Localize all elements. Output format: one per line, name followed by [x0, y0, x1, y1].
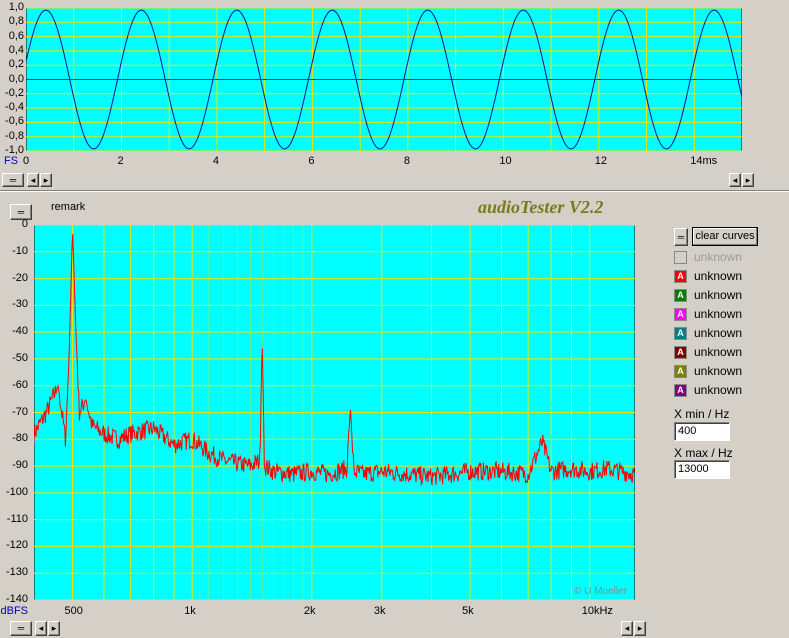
waveform-y-tick-label: 0,2 — [8, 58, 24, 71]
spectrum-y-tick-label: -70 — [12, 405, 28, 418]
spectrum-y-tick-label: -130 — [5, 566, 28, 579]
curve-color-icon[interactable]: A — [674, 269, 687, 283]
spectrum-y-tick-label: -30 — [12, 298, 28, 311]
waveform-pan-left-button[interactable]: ◂ — [729, 173, 741, 187]
legend-item[interactable]: Aunknown — [674, 306, 742, 322]
app-title: audioTester V2.2 — [478, 197, 604, 217]
waveform-x-tick-label: 12 — [594, 155, 608, 167]
waveform-x-tick-label: 10 — [499, 155, 512, 167]
waveform-panel: 1,0 0,8 0,6 0,4 0,2 0,0 -0,2 -0,4 -0,6 -0,8 -1,0 F… — [0, 0, 789, 190]
curve-color-icon[interactable]: A — [674, 364, 687, 378]
spectrum-x-tick-label: 2k — [303, 605, 316, 617]
spectrum-plot — [34, 225, 635, 600]
spectrum-x-tick-label: 10kHz — [581, 605, 613, 617]
waveform-y-unit: FS — [3, 155, 18, 167]
copyright-text: © U Mueller — [574, 586, 627, 597]
waveform-y-tick-label: -0,2 — [5, 86, 24, 99]
spectrum-pan-right-button[interactable]: ▸ — [634, 621, 646, 636]
clear-curves-button[interactable]: clear curves — [692, 227, 758, 246]
legend-item[interactable]: Aunknown — [674, 344, 742, 360]
waveform-y-tick-label: -0,8 — [5, 129, 24, 142]
curve-color-icon[interactable]: A — [674, 326, 687, 340]
spectrum-pan-left-button[interactable]: ◂ — [621, 621, 633, 636]
waveform-x-tick-label: 4 — [212, 155, 220, 167]
legend-item-label: unknown — [694, 326, 743, 340]
spectrum-scroll-left-button[interactable]: ◂ — [35, 621, 47, 636]
waveform-plot — [26, 8, 742, 151]
spectrum-y-tick-label: -90 — [12, 459, 28, 472]
spectrum-scroll-right-button[interactable]: ▸ — [48, 621, 60, 636]
remark-label: remark — [51, 201, 86, 213]
waveform-pan-right-button[interactable]: ▸ — [742, 173, 754, 187]
legend-item-label: unknown — [694, 364, 743, 378]
xmin-label: X min / Hz — [674, 407, 730, 421]
legend-spinner[interactable]: ═ — [674, 228, 688, 246]
spectrum-y-unit: dBFS — [0, 605, 28, 617]
xmax-input[interactable]: 13000 — [674, 460, 730, 479]
spectrum-x-tick-label: 1k — [184, 605, 196, 617]
legend-item-label: unknown — [694, 269, 743, 283]
spectrum-y-tick-label: -120 — [5, 539, 28, 552]
curve-color-icon[interactable]: A — [674, 307, 687, 321]
legend-item-label: unknown — [694, 288, 743, 302]
waveform-y-tick-label: 0,4 — [8, 43, 24, 56]
waveform-x-tick-label: 0 — [23, 155, 30, 167]
waveform-y-tick-label: 0,0 — [8, 72, 24, 85]
legend-item-label: unknown — [694, 345, 743, 359]
waveform-y-tick-label: 1,0 — [8, 1, 24, 13]
curve-color-icon[interactable]: A — [674, 383, 687, 397]
spectrum-y-tick-label: -20 — [12, 271, 28, 284]
spectrum-y-tick-label: -50 — [12, 351, 28, 364]
waveform-y-tick-label: 0,8 — [8, 15, 24, 28]
waveform-x-tick-label: 2 — [117, 155, 124, 167]
waveform-scroll-left-button[interactable]: ◂ — [27, 173, 39, 187]
waveform-zoom-spinner[interactable]: ═ — [2, 173, 24, 187]
spectrum-y-tick-label: -40 — [12, 325, 28, 338]
waveform-x-tick-label: 8 — [403, 155, 410, 167]
spectrum-y-tick-label: -100 — [5, 485, 28, 498]
spectrum-x-tick-label: 500 — [64, 605, 83, 617]
legend-item[interactable]: Aunknown — [674, 363, 742, 379]
waveform-y-tick-label: -0,4 — [5, 101, 24, 114]
spectrum-y-tick-label: 0 — [21, 218, 28, 230]
spectrum-y-tick-label: -110 — [6, 512, 28, 525]
legend-item[interactable]: Aunknown — [674, 382, 742, 398]
legend-item[interactable]: unknown — [674, 249, 742, 265]
legend-item[interactable]: Aunknown — [674, 325, 742, 341]
panel-splitter[interactable] — [0, 190, 789, 192]
spectrum-y-tick-label: -60 — [12, 378, 28, 391]
spectrum-y-tick-label: -10 — [12, 244, 28, 257]
waveform-x-tick-label: 6 — [308, 155, 315, 167]
legend-item-label: unknown — [694, 383, 743, 397]
legend-item-label: unknown — [694, 307, 743, 321]
waveform-scroll-right-button[interactable]: ▸ — [40, 173, 52, 187]
spectrum-y-tick-label: -140 — [5, 593, 28, 605]
curve-color-icon[interactable]: A — [674, 345, 687, 359]
xmax-label: X max / Hz — [674, 446, 733, 460]
waveform-y-tick-label: -0,6 — [5, 115, 24, 128]
spectrum-x-tick-label: 5k — [462, 605, 474, 617]
legend-item[interactable]: Aunknown — [674, 268, 742, 284]
curve-color-icon[interactable]: A — [674, 288, 687, 302]
xmin-input[interactable]: 400 — [674, 422, 730, 441]
curve-color-icon[interactable] — [674, 250, 687, 264]
spectrum-y-tick-label: -80 — [12, 432, 28, 445]
waveform-y-tick-label: 0,6 — [8, 29, 24, 42]
legend-item[interactable]: Aunknown — [674, 287, 742, 303]
spectrum-scroll-spinner[interactable]: ═ — [10, 621, 32, 636]
waveform-x-tick-label: 14ms — [690, 155, 718, 167]
spectrum-x-tick-label: 3k — [373, 605, 386, 617]
legend-item-label: unknown — [694, 250, 743, 264]
